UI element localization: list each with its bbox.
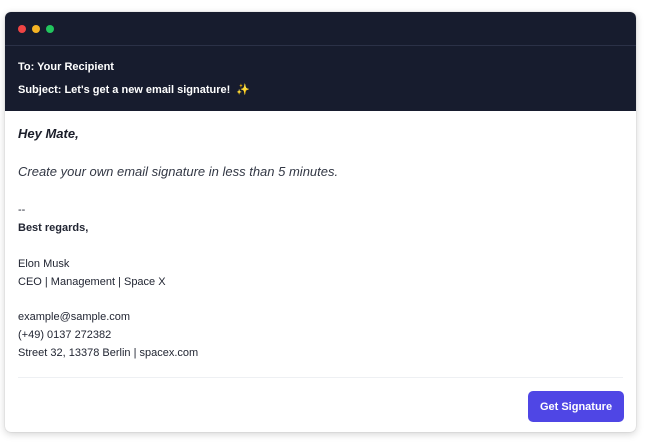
signature-regards: Best regards,: [18, 222, 89, 234]
subject-line: Subject: Let's get a new email signature…: [18, 83, 250, 96]
window-titlebar: [5, 12, 636, 46]
sparkles-icon: ✨: [236, 84, 250, 96]
message-text: Create your own email signature in less …: [18, 164, 339, 179]
email-header: To: Your Recipient Subject: Let's get a …: [5, 46, 636, 111]
greeting-text: Hey Mate,: [18, 126, 79, 141]
email-window: To: Your Recipient Subject: Let's get a …: [5, 12, 636, 432]
signature-phone: (+49) 0137 272382: [18, 329, 112, 341]
signature-role: CEO | Management | Space X: [18, 276, 166, 288]
footer-divider: [18, 377, 623, 378]
minimize-window-dot[interactable]: [32, 25, 40, 33]
signature-address: Street 32, 13378 Berlin | spacex.com: [18, 347, 199, 359]
subject-text: Subject: Let's get a new email signature…: [18, 84, 231, 96]
signature-name: Elon Musk: [18, 258, 70, 270]
recipient-line: To: Your Recipient: [18, 61, 114, 73]
signature-separator: --: [18, 204, 26, 216]
maximize-window-dot[interactable]: [46, 25, 54, 33]
signature-email: example@sample.com: [18, 311, 131, 323]
close-window-dot[interactable]: [18, 25, 26, 33]
get-signature-button[interactable]: Get Signature: [528, 391, 624, 422]
